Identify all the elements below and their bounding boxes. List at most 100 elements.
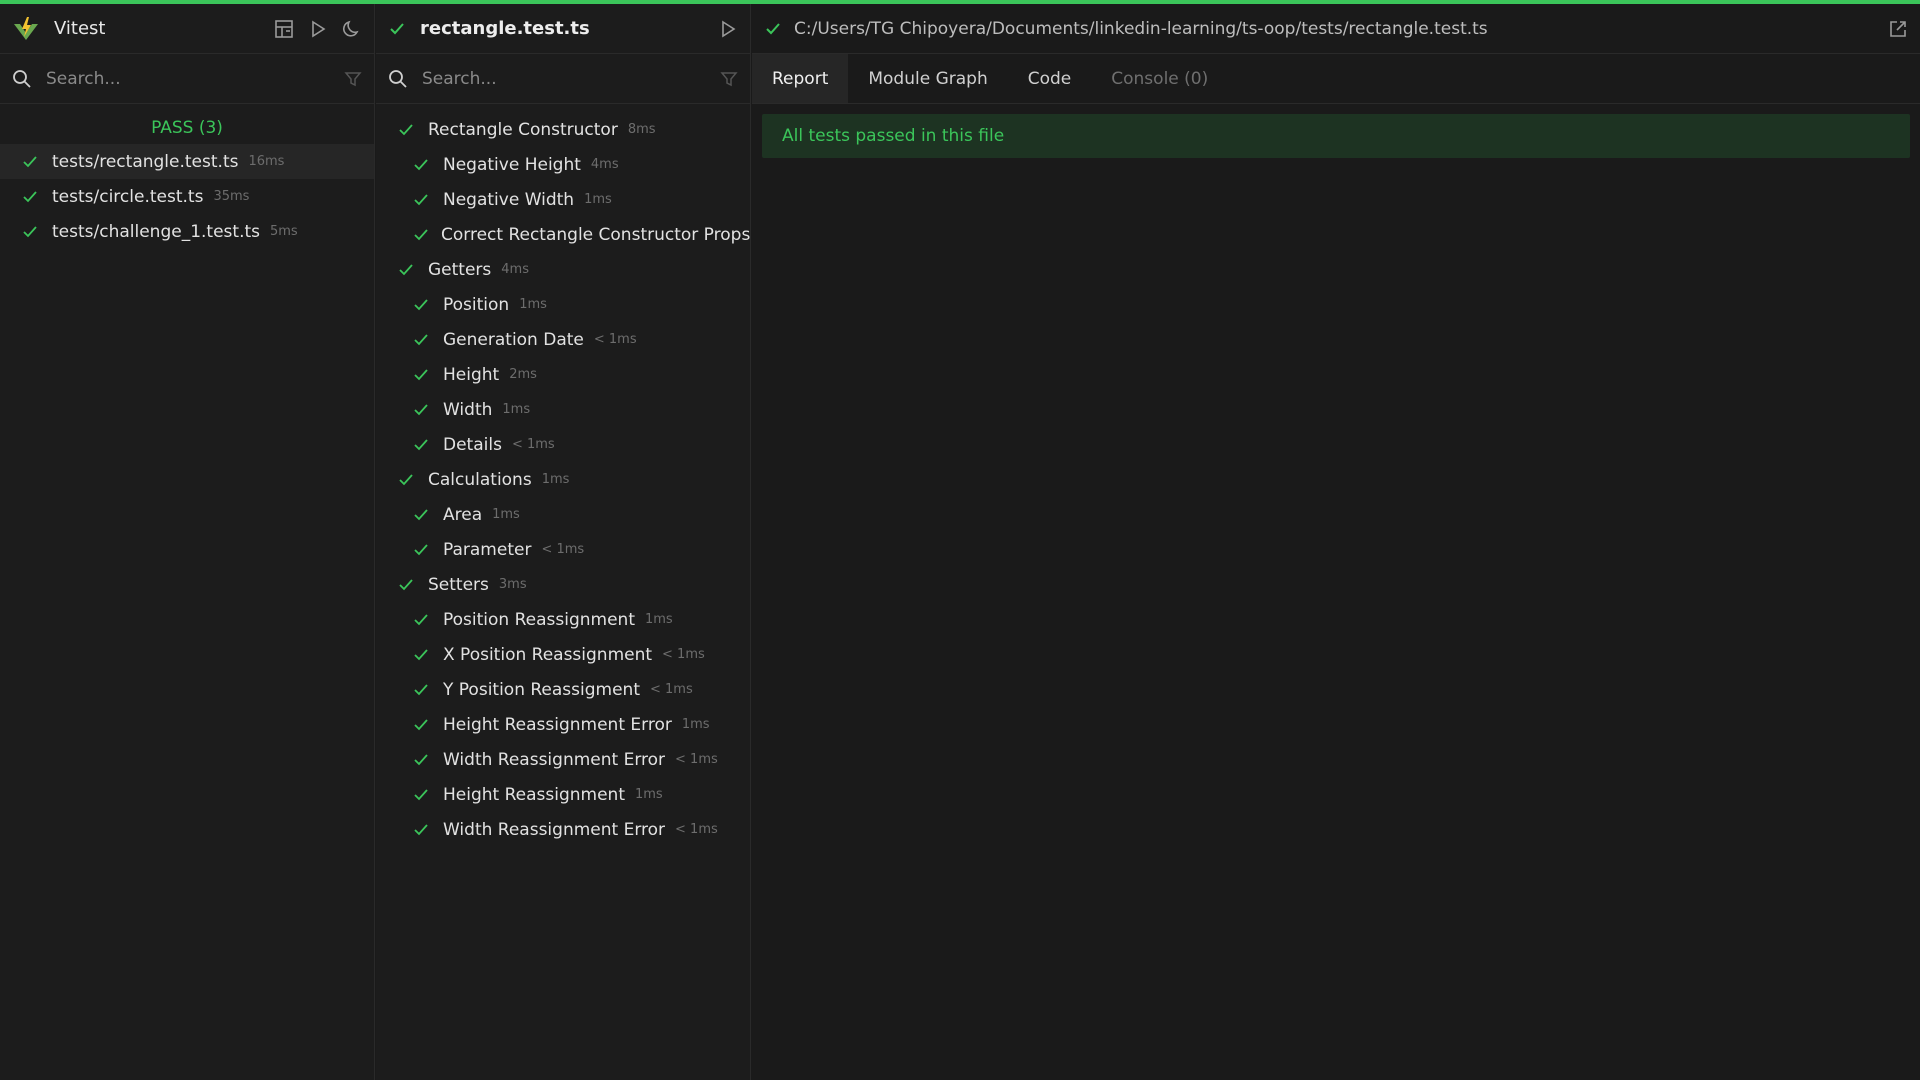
row-duration: 8ms [627, 122, 656, 137]
file-search-bar [0, 54, 374, 104]
row-label: Setters [428, 574, 489, 595]
row-duration: 1ms [681, 717, 710, 732]
row-duration: < 1ms [662, 647, 705, 662]
test-case[interactable]: Width Reassignment Error < 1ms [376, 812, 750, 847]
file-item[interactable]: tests/circle.test.ts 35ms [0, 179, 374, 214]
filter-icon[interactable] [344, 70, 362, 88]
check-icon [413, 822, 431, 838]
test-case[interactable]: Width Reassignment Error < 1ms [376, 742, 750, 777]
test-suite[interactable]: Setters 3ms [376, 567, 750, 602]
row-duration: < 1ms [541, 542, 585, 557]
check-icon [413, 717, 431, 733]
test-header-actions [718, 19, 738, 39]
check-icon [413, 612, 431, 628]
test-tree: Rectangle Constructor 8ms Negative Height 4… [376, 104, 750, 847]
test-case[interactable]: Area 1ms [376, 497, 750, 532]
test-search-input[interactable] [422, 68, 720, 89]
row-duration: 1ms [541, 472, 570, 487]
check-icon [413, 402, 431, 418]
result-banner: All tests passed in this file [762, 114, 1910, 158]
row-label: Parameter [443, 539, 532, 560]
check-icon [413, 647, 431, 663]
test-suite[interactable]: Rectangle Constructor 8ms [376, 112, 750, 147]
check-icon [413, 227, 429, 243]
search-icon [12, 69, 32, 89]
test-case[interactable]: Negative Height 4ms [376, 147, 750, 182]
detail-tabs: Report Module Graph Code Console (0) [752, 54, 1920, 104]
vitest-logo-icon [12, 15, 40, 43]
row-label: Position Reassignment [443, 609, 635, 630]
test-suite[interactable]: Calculations 1ms [376, 462, 750, 497]
row-label: Generation Date [443, 329, 584, 350]
test-case[interactable]: Height Reassignment 1ms [376, 777, 750, 812]
row-label: Width [443, 399, 493, 420]
row-label: Area [443, 504, 483, 525]
file-item[interactable]: tests/challenge_1.test.ts 5ms [0, 214, 374, 249]
check-icon [764, 20, 782, 38]
tab-report[interactable]: Report [752, 54, 849, 103]
row-label: Width Reassignment Error [443, 819, 666, 840]
check-icon [413, 157, 431, 173]
run-icon[interactable] [308, 19, 328, 39]
check-icon [413, 682, 431, 698]
search-icon [388, 69, 408, 89]
check-icon [413, 787, 431, 803]
test-case[interactable]: Y Position Reassigment < 1ms [376, 672, 750, 707]
check-icon [413, 507, 431, 523]
row-duration: 4ms [590, 157, 619, 172]
test-case[interactable]: Position Reassignment 1ms [376, 602, 750, 637]
dashboard-icon[interactable] [274, 19, 294, 39]
test-case[interactable]: Width 1ms [376, 392, 750, 427]
test-case[interactable]: Negative Width 1ms [376, 182, 750, 217]
test-case[interactable]: Correct Rectangle Constructor Props [376, 217, 750, 252]
check-icon [398, 122, 416, 138]
row-duration: 16ms [248, 154, 285, 169]
check-icon [413, 542, 431, 558]
row-label: tests/rectangle.test.ts [52, 151, 239, 172]
check-icon [22, 154, 40, 170]
app-name: Vitest [54, 18, 106, 39]
row-label: Details [443, 434, 502, 455]
test-file-header: rectangle.test.ts [376, 4, 750, 54]
theme-moon-icon[interactable] [342, 19, 362, 39]
row-label: Height [443, 364, 500, 385]
filter-icon[interactable] [720, 70, 738, 88]
test-case[interactable]: Position 1ms [376, 287, 750, 322]
app-header: Vitest [0, 4, 374, 54]
file-search-input[interactable] [46, 68, 344, 89]
tab-code[interactable]: Code [1008, 54, 1092, 103]
test-case[interactable]: Parameter < 1ms [376, 532, 750, 567]
row-duration: 1ms [644, 612, 673, 627]
test-case[interactable]: Details < 1ms [376, 427, 750, 462]
row-duration: 1ms [492, 507, 520, 522]
test-suite[interactable]: Getters 4ms [376, 252, 750, 287]
test-case[interactable]: X Position Reassignment < 1ms [376, 637, 750, 672]
row-duration: 1ms [635, 787, 663, 802]
detail-header-actions [1888, 19, 1908, 39]
test-panel: rectangle.test.ts Rectangle Constructor 8… [376, 4, 751, 1080]
open-external-icon[interactable] [1888, 19, 1908, 39]
check-icon [398, 577, 416, 593]
check-icon [413, 192, 431, 208]
row-duration: 1ms [519, 297, 547, 312]
tab-module-graph[interactable]: Module Graph [848, 54, 1007, 103]
check-icon [413, 437, 431, 453]
row-label: Height Reassignment [443, 784, 625, 805]
test-file-title: rectangle.test.ts [420, 18, 590, 39]
row-duration: 35ms [213, 189, 250, 204]
row-duration: < 1ms [593, 332, 637, 347]
row-label: Width Reassignment Error [443, 749, 666, 770]
row-label: Position [443, 294, 510, 315]
check-icon [388, 20, 406, 38]
file-item[interactable]: tests/rectangle.test.ts 16ms [0, 144, 374, 179]
run-file-icon[interactable] [718, 19, 738, 39]
test-case[interactable]: Generation Date < 1ms [376, 322, 750, 357]
tab-console-0[interactable]: Console (0) [1091, 54, 1228, 103]
row-label: Rectangle Constructor [428, 119, 618, 140]
detail-header: C:/Users/TG Chipoyera/Documents/linkedin… [752, 4, 1920, 54]
check-icon [413, 367, 431, 383]
row-duration: 1ms [502, 402, 531, 417]
test-case[interactable]: Height Reassignment Error 1ms [376, 707, 750, 742]
row-label: Negative Height [443, 154, 581, 175]
test-case[interactable]: Height 2ms [376, 357, 750, 392]
